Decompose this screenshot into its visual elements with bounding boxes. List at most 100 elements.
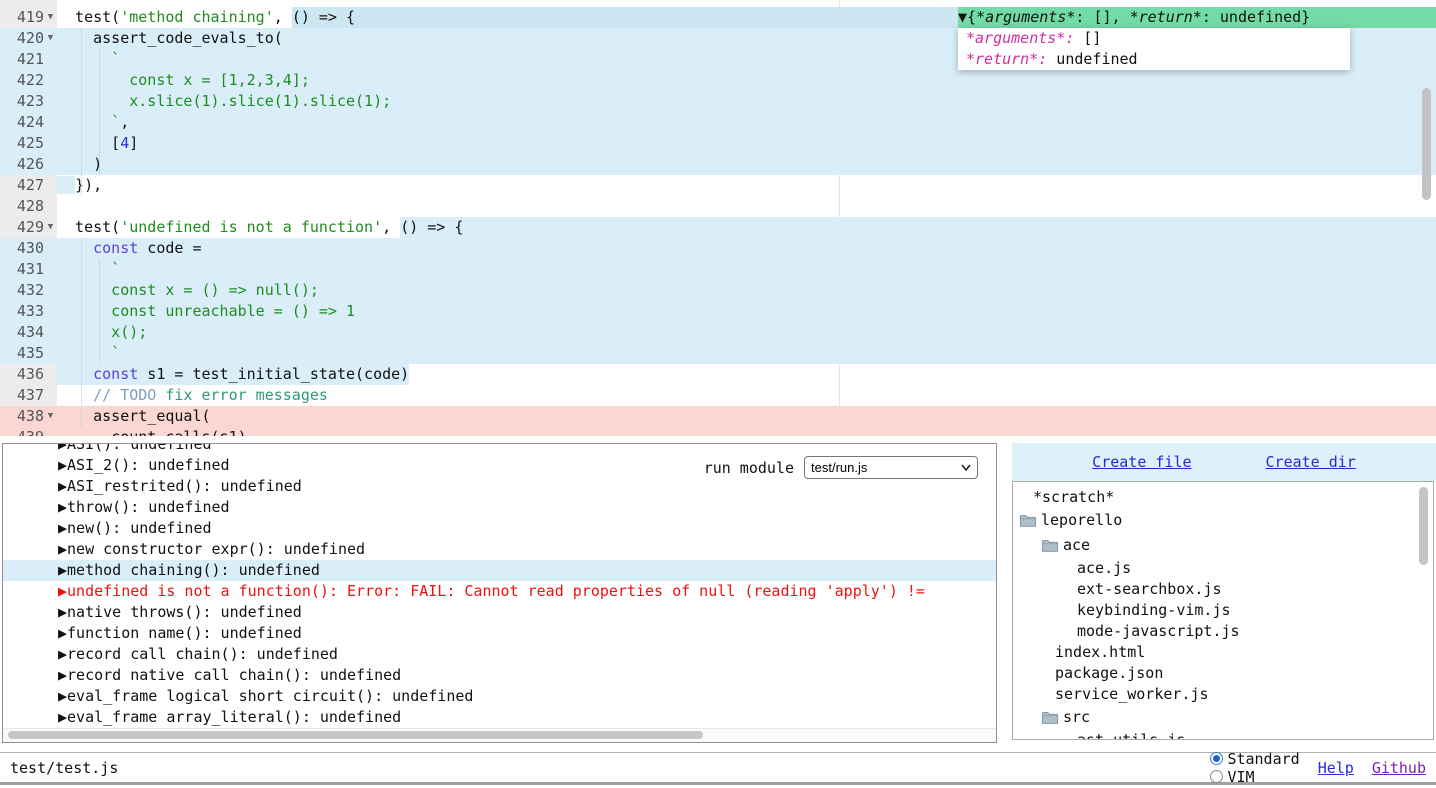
code-text: const s1 = test_initial_state(code) — [57, 364, 409, 385]
gutter-cell[interactable]: 427 — [0, 175, 57, 196]
gutter-cell[interactable]: 425 — [0, 133, 57, 154]
code-line-424[interactable]: 424 `, — [0, 112, 1436, 133]
gutter-cell[interactable]: 423 — [0, 91, 57, 112]
code-token: const unreachable = () => 1 — [57, 302, 355, 320]
radio-icon[interactable] — [1210, 770, 1223, 783]
test-result-item[interactable]: ▶eval_frame array_literal(): undefined — [3, 707, 996, 728]
code-token: const — [93, 239, 138, 257]
test-result-item[interactable]: ▶new(): undefined — [3, 518, 996, 539]
file-tree-scrollbar[interactable] — [1419, 487, 1428, 565]
code-line-432[interactable]: 432 const x = () => null(); — [0, 280, 1436, 301]
code-token: fix error messages — [156, 386, 328, 404]
gutter-cell[interactable]: 428 — [0, 196, 57, 217]
tree-file-service-worker-js[interactable]: service_worker.js — [1013, 684, 1433, 705]
gutter-cell[interactable]: 437 — [0, 385, 57, 406]
code-line-433[interactable]: 433 const unreachable = () => 1 — [0, 301, 1436, 322]
tree-dir-leporello[interactable]: leporello — [1013, 508, 1433, 533]
gutter-cell[interactable]: 420▼ — [0, 28, 57, 49]
tree-dir-ace[interactable]: ace — [1013, 533, 1433, 558]
gutter-cell[interactable]: 419▼ — [0, 7, 57, 28]
code-line-425[interactable]: 425 [4] — [0, 133, 1436, 154]
tree-file-mode-javascript-js[interactable]: mode-javascript.js — [1013, 621, 1433, 642]
tooltip-entry[interactable]: *arguments*: [] — [966, 28, 1350, 49]
test-result-item[interactable]: ▶eval_frame logical short circuit(): und… — [3, 686, 996, 707]
tree-file-index-html[interactable]: index.html — [1013, 642, 1433, 663]
test-result-item[interactable]: ▶record native call chain(): undefined — [3, 665, 996, 686]
run-module-select[interactable]: test/run.js — [804, 456, 978, 479]
tree-file-package-json[interactable]: package.json — [1013, 663, 1433, 684]
gutter-cell[interactable]: 435 — [0, 343, 57, 364]
tree-file-ast-utils-js[interactable]: ast_utils.js — [1013, 730, 1433, 740]
tooltip-expanded-header[interactable]: ▼{*arguments*: [], *return*: undefined} — [958, 7, 1436, 28]
gutter-cell[interactable]: 422 — [0, 70, 57, 91]
test-result-item-failed[interactable]: ▶undefined is not a function(): Error: F… — [3, 581, 996, 602]
gutter-cell[interactable]: 424 — [0, 112, 57, 133]
test-result-item[interactable]: ▶new constructor expr(): undefined — [3, 539, 996, 560]
code-line-429[interactable]: 429▼ test('undefined is not a function',… — [0, 217, 1436, 238]
tree-item-label: ace — [1063, 533, 1090, 558]
code-line-427[interactable]: 427 }), — [0, 175, 1436, 196]
tree-dir-src[interactable]: src — [1013, 705, 1433, 730]
gutter-cell[interactable]: 438▼ — [0, 406, 57, 427]
code-line-431[interactable]: 431 ` — [0, 259, 1436, 280]
test-result-item[interactable]: ▶method chaining(): undefined — [3, 560, 996, 581]
gutter-cell[interactable]: 429▼ — [0, 217, 57, 238]
code-line-436[interactable]: 436 const s1 = test_initial_state(code) — [0, 364, 1436, 385]
line-number: 437 — [17, 385, 44, 406]
code-line-439[interactable]: 439 count_calls(s1) — [0, 427, 1436, 436]
gutter-cell[interactable]: 434 — [0, 322, 57, 343]
editor-vertical-scrollbar[interactable] — [1422, 88, 1431, 200]
code-token: ` — [57, 113, 120, 131]
code-line-428[interactable]: 428 — [0, 196, 1436, 217]
scrollbar-thumb[interactable] — [8, 731, 703, 739]
mode-option-standard[interactable]: Standard — [1210, 750, 1299, 768]
fold-arrow-icon[interactable]: ▼ — [44, 217, 57, 238]
gutter-cell[interactable]: 430 — [0, 238, 57, 259]
test-result-item[interactable]: ▶record call chain(): undefined — [3, 644, 996, 665]
mode-option-vim[interactable]: VIM — [1210, 768, 1299, 786]
code-line-438[interactable]: 438▼ assert_equal( — [0, 406, 1436, 427]
gutter-cell[interactable]: 436 — [0, 364, 57, 385]
gutter-cell[interactable]: 432 — [0, 280, 57, 301]
file-tree: *scratch* leporello aceace.jsext-searchb… — [1012, 481, 1434, 740]
fold-arrow-icon[interactable]: ▼ — [44, 406, 57, 427]
code-token: x(); — [57, 323, 147, 341]
code-line-437[interactable]: 437 // TODO fix error messages — [0, 385, 1436, 406]
create-dir-link[interactable]: Create dir — [1266, 453, 1356, 471]
test-result-item[interactable]: ▶ASI_restrited(): undefined — [3, 476, 996, 497]
create-file-link[interactable]: Create file — [1092, 453, 1191, 471]
fold-arrow-icon[interactable]: ▼ — [44, 28, 57, 49]
gutter-cell[interactable]: 421 — [0, 49, 57, 70]
code-token: x.slice(1).slice(1).slice(1); — [57, 92, 391, 110]
code-line-422[interactable]: 422 const x = [1,2,3,4]; — [0, 70, 1436, 91]
tree-file--scratch-[interactable]: *scratch* — [1013, 487, 1433, 508]
code-text: const x = () => null(); — [57, 280, 319, 301]
code-line-423[interactable]: 423 x.slice(1).slice(1).slice(1); — [0, 91, 1436, 112]
radio-icon[interactable] — [1210, 752, 1223, 765]
help-link[interactable]: Help — [1318, 759, 1354, 777]
code-editor[interactable]: 419▼ test('method chaining', () => {420▼… — [0, 0, 1436, 436]
tree-file-ext-searchbox-js[interactable]: ext-searchbox.js — [1013, 579, 1433, 600]
gutter-cell[interactable]: 426 — [0, 154, 57, 175]
fold-arrow-icon[interactable]: ▼ — [44, 7, 57, 28]
github-link[interactable]: Github — [1372, 759, 1426, 777]
gutter-cell[interactable]: 433 — [0, 301, 57, 322]
line-number: 431 — [17, 259, 44, 280]
test-result-item[interactable]: ▶native throws(): undefined — [3, 602, 996, 623]
test-result-item[interactable]: ▶function name(): undefined — [3, 623, 996, 644]
gutter-cell[interactable]: 431 — [0, 259, 57, 280]
test-result-item[interactable]: ▶ASI(): undefined — [3, 443, 996, 455]
tooltip-entry[interactable]: *return*: undefined — [966, 49, 1350, 70]
code-line-426[interactable]: 426 ) — [0, 154, 1436, 175]
run-module-value: test/run.js — [811, 460, 867, 475]
tree-file-keybinding-vim-js[interactable]: keybinding-vim.js — [1013, 600, 1433, 621]
test-result-item[interactable]: ▶throw(): undefined — [3, 497, 996, 518]
calltree-horizontal-scrollbar[interactable] — [3, 728, 996, 742]
tree-file-ace-js[interactable]: ace.js — [1013, 558, 1433, 579]
code-line-434[interactable]: 434 x(); — [0, 322, 1436, 343]
line-number: 425 — [17, 133, 44, 154]
gutter-cell[interactable]: 439 — [0, 427, 57, 436]
code-line-435[interactable]: 435 ` — [0, 343, 1436, 364]
tree-item-label: leporello — [1041, 508, 1122, 533]
code-line-430[interactable]: 430 const code = — [0, 238, 1436, 259]
